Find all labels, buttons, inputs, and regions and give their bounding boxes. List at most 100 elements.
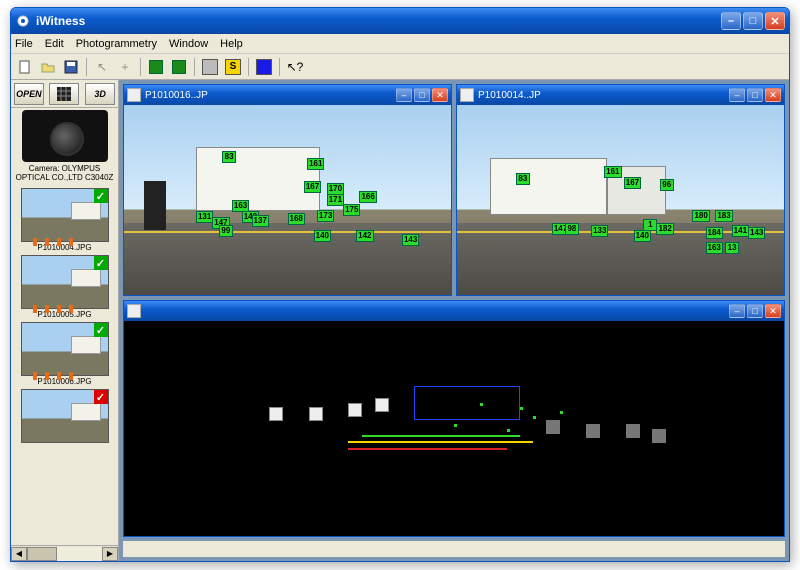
- grey-swatch-icon[interactable]: [200, 57, 220, 77]
- scroll-thumb[interactable]: [27, 547, 57, 561]
- point-marker[interactable]: 168: [288, 213, 305, 225]
- camera-icon: [22, 110, 108, 162]
- menu-photogrammetry[interactable]: Photogrammetry: [76, 38, 157, 50]
- menubar: File Edit Photogrammetry Window Help: [11, 34, 789, 54]
- check-fail-icon: ✓: [94, 390, 108, 404]
- point-marker[interactable]: 141: [732, 225, 749, 237]
- grid-view-button[interactable]: [49, 83, 79, 105]
- menu-window[interactable]: Window: [169, 38, 208, 50]
- image-icon: [127, 88, 141, 102]
- maximize-button[interactable]: □: [747, 304, 763, 318]
- point-marker[interactable]: 83: [222, 151, 236, 163]
- toolbar: ↖ + S ↖?: [11, 54, 789, 80]
- maximize-button[interactable]: □: [414, 88, 430, 102]
- check-ok-icon: ✓: [94, 323, 108, 337]
- 3d-view-window[interactable]: – □ ✕: [123, 300, 785, 537]
- menu-help[interactable]: Help: [220, 38, 243, 50]
- close-button[interactable]: ✕: [765, 88, 781, 102]
- green-tool-icon[interactable]: [146, 57, 166, 77]
- point-marker[interactable]: 167: [304, 181, 321, 193]
- point-marker[interactable]: 98: [565, 223, 579, 235]
- minimize-button[interactable]: –: [396, 88, 412, 102]
- whats-this-icon[interactable]: ↖?: [285, 57, 305, 77]
- image-window-b[interactable]: P1010014..JP – □ ✕ 831611679614798133140…: [456, 84, 785, 296]
- point-marker[interactable]: 83: [516, 173, 530, 185]
- point-marker[interactable]: 143: [748, 227, 765, 239]
- point-marker[interactable]: 140: [634, 230, 651, 242]
- image-a-canvas[interactable]: 8316116717016617117517316816314813114799…: [124, 105, 451, 295]
- titlebar[interactable]: iWitness – □ ✕: [11, 8, 789, 34]
- minimize-button[interactable]: –: [721, 12, 741, 30]
- image-window-a[interactable]: P1010016..JP – □ ✕ 83 161 167 170 166 171175 1…: [123, 84, 452, 296]
- point-marker[interactable]: 182: [656, 223, 673, 235]
- sidebar-scrollbar[interactable]: ◀ ▶: [11, 545, 118, 561]
- scroll-right-icon[interactable]: ▶: [102, 547, 118, 561]
- scroll-left-icon[interactable]: ◀: [11, 547, 27, 561]
- color-swatch[interactable]: [254, 57, 274, 77]
- pointer-icon[interactable]: ↖: [92, 57, 112, 77]
- point-marker[interactable]: 175: [343, 204, 360, 216]
- open-project-button[interactable]: OPEN: [14, 83, 44, 105]
- open-file-icon[interactable]: [38, 57, 58, 77]
- point-marker[interactable]: 137: [252, 215, 269, 227]
- menu-file[interactable]: File: [15, 38, 33, 50]
- point-marker[interactable]: 170: [327, 183, 344, 195]
- point-marker[interactable]: 99: [219, 225, 233, 237]
- 3d-scene[interactable]: [124, 321, 784, 536]
- point-marker[interactable]: 180: [692, 210, 709, 222]
- thumbnail-item[interactable]: ✓P1010006.JPG: [21, 322, 109, 386]
- statusbar: [123, 541, 785, 557]
- check-ok-icon: ✓: [94, 256, 108, 270]
- app-window: iWitness – □ ✕ File Edit Photogrammetry …: [10, 7, 790, 562]
- person-silhouette: [144, 181, 167, 230]
- point-marker[interactable]: 184: [706, 227, 723, 239]
- workspace: P1010016..JP – □ ✕ 831611671701661711751…: [119, 80, 789, 561]
- close-button[interactable]: ✕: [432, 88, 448, 102]
- point-marker[interactable]: 143: [402, 234, 419, 246]
- point-marker[interactable]: 163: [232, 200, 249, 212]
- app-icon: [15, 13, 31, 29]
- thumbnail-item[interactable]: ✓: [21, 389, 109, 443]
- image-b-title: P1010014..JP: [478, 90, 727, 101]
- image-b-canvas[interactable]: 8316116796147981331401801831182184141143…: [457, 105, 784, 295]
- thumbnail-item[interactable]: ✓P1010004.JPG: [21, 188, 109, 252]
- green-tool2-icon[interactable]: [169, 57, 189, 77]
- point-marker[interactable]: 167: [624, 177, 641, 189]
- point-marker[interactable]: 13: [725, 242, 739, 254]
- check-ok-icon: ✓: [94, 189, 108, 203]
- minimize-button[interactable]: –: [729, 304, 745, 318]
- point-marker[interactable]: 131: [196, 211, 213, 223]
- save-icon[interactable]: [61, 57, 81, 77]
- app-title: iWitness: [36, 14, 721, 28]
- maximize-button[interactable]: □: [743, 12, 763, 30]
- menu-edit[interactable]: Edit: [45, 38, 64, 50]
- image-icon: [460, 88, 474, 102]
- thumbnail-item[interactable]: ✓P1010005.JPG: [21, 255, 109, 319]
- maximize-button[interactable]: □: [747, 88, 763, 102]
- close-button[interactable]: ✕: [765, 304, 781, 318]
- point-marker[interactable]: 142: [356, 230, 373, 242]
- close-button[interactable]: ✕: [765, 12, 785, 30]
- yellow-s-button[interactable]: S: [223, 57, 243, 77]
- point-marker[interactable]: 96: [660, 179, 674, 191]
- point-marker[interactable]: 183: [715, 210, 732, 222]
- point-marker[interactable]: 1: [643, 219, 657, 231]
- point-marker[interactable]: 171: [327, 194, 344, 206]
- camera-info: Camera: OLYMPUS OPTICAL CO.,LTD C3040Z: [13, 110, 116, 182]
- point-marker[interactable]: 140: [314, 230, 331, 242]
- point-marker[interactable]: 166: [359, 191, 376, 203]
- cross-icon[interactable]: +: [115, 57, 135, 77]
- minimize-button[interactable]: –: [729, 88, 745, 102]
- point-marker[interactable]: 163: [706, 242, 723, 254]
- camera-label: Camera: OLYMPUS OPTICAL CO.,LTD C3040Z: [13, 164, 116, 182]
- 3d-view-button[interactable]: 3D: [85, 83, 115, 105]
- point-marker[interactable]: 161: [307, 158, 324, 170]
- 3d-icon: [127, 304, 141, 318]
- point-marker[interactable]: 133: [591, 225, 608, 237]
- point-marker[interactable]: 173: [317, 210, 334, 222]
- sidebar: OPEN 3D Camera: OLYMPUS OPTICAL CO.,LTD …: [11, 80, 119, 561]
- thumbnail-list: Camera: OLYMPUS OPTICAL CO.,LTD C3040Z ✓…: [11, 108, 118, 545]
- image-a-title: P1010016..JP: [145, 90, 394, 101]
- point-marker[interactable]: 161: [604, 166, 621, 178]
- new-file-icon[interactable]: [15, 57, 35, 77]
